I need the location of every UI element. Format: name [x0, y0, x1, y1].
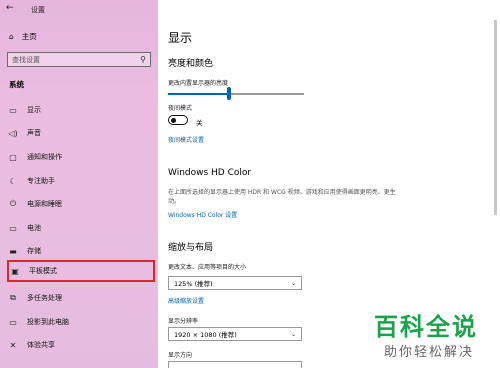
- brightness-heading: 亮度和颜色: [168, 59, 214, 69]
- sidebar-item-tablet-mode[interactable]: ▣ 平板模式: [7, 260, 155, 282]
- project-icon: ▭: [9, 317, 17, 327]
- tablet-icon: ▣: [11, 266, 19, 276]
- scale-dropdown[interactable]: 125% (推荐) ⌄: [168, 276, 302, 290]
- scale-value: 125% (推荐): [174, 280, 213, 288]
- back-arrow-icon[interactable]: ←: [6, 4, 14, 13]
- watermark-subtitle: 助你轻松解决: [384, 345, 475, 360]
- sidebar-item-multitasking[interactable]: ⧉ 多任务处理: [7, 287, 155, 309]
- home-link[interactable]: ⌂ 主页: [9, 31, 37, 42]
- watermark-title: 百科全说: [374, 313, 478, 341]
- notification-icon: ▢: [9, 152, 17, 162]
- multitask-icon: ⧉: [10, 293, 16, 302]
- home-label: 主页: [21, 32, 37, 41]
- brightness-slider[interactable]: [168, 87, 304, 100]
- slider-thumb[interactable]: [227, 87, 231, 100]
- sidebar-item-label: 通知和操作: [27, 153, 62, 161]
- night-light-label: 夜间模式: [168, 105, 193, 112]
- sidebar-item-focus-assist[interactable]: ☾ 专注助手: [7, 170, 155, 192]
- advanced-scaling-link[interactable]: 高级缩放设置: [168, 296, 204, 305]
- sidebar-item-storage[interactable]: ▬ 存储: [7, 240, 155, 262]
- night-light-settings-link[interactable]: 夜间模式设置: [168, 135, 204, 144]
- orientation-dropdown[interactable]: [168, 361, 302, 368]
- slider-fill: [168, 93, 229, 95]
- night-light-state: 关: [196, 119, 203, 127]
- sidebar-item-power-sleep[interactable]: ⏻ 电源和睡眠: [7, 193, 155, 215]
- layout-heading: 缩放与布局: [168, 243, 214, 253]
- resolution-dropdown[interactable]: 1920 × 1080 (推荐) ⌄: [168, 327, 302, 341]
- resolution-value: 1920 × 1080 (推荐): [174, 331, 237, 339]
- sidebar-item-display[interactable]: ▭ 显示: [7, 99, 155, 121]
- scrollbar[interactable]: [494, 20, 497, 215]
- sidebar-item-label: 显示: [27, 106, 41, 114]
- section-label: 系统: [9, 80, 24, 89]
- search-placeholder: 查找设置: [12, 55, 40, 64]
- sidebar-item-label: 体验共享: [27, 341, 55, 349]
- watermark-logo: 百科全说 助你轻松解决: [374, 307, 494, 363]
- page-title: 显示: [168, 31, 193, 45]
- orientation-label: 显示方向: [168, 352, 193, 359]
- hdr-settings-link[interactable]: Windows HD Color 设置: [168, 210, 237, 219]
- monitor-icon: ▭: [9, 105, 17, 115]
- window-title: 设置: [31, 6, 45, 14]
- speaker-icon: ◁): [8, 128, 18, 138]
- night-light-toggle[interactable]: [168, 115, 188, 125]
- toggle-knob: [171, 117, 176, 123]
- sidebar-item-shared-experiences[interactable]: ✕ 体验共享: [7, 334, 155, 356]
- sidebar-item-label: 平板模式: [29, 267, 57, 275]
- storage-icon: ▬: [9, 246, 17, 256]
- chevron-down-icon: ⌄: [290, 331, 296, 338]
- share-icon: ✕: [9, 340, 17, 350]
- scale-label: 更改文本、应用等项目的大小: [168, 264, 247, 271]
- sidebar-item-label: 投影到此电脑: [27, 318, 69, 326]
- battery-icon: ▭: [9, 223, 17, 233]
- sidebar-item-battery[interactable]: ▭ 电池: [7, 217, 155, 239]
- sidebar-item-label: 专注助手: [27, 177, 55, 185]
- power-icon: ⏻: [9, 199, 17, 208]
- home-icon: ⌂: [9, 32, 14, 41]
- sidebar-item-notifications[interactable]: ▢ 通知和操作: [7, 146, 155, 168]
- sidebar-item-label: 电源和睡眠: [27, 200, 62, 208]
- search-icon: ⚲: [140, 55, 146, 64]
- sidebar-item-label: 电池: [27, 224, 41, 232]
- sidebar-item-project[interactable]: ▭ 投影到此电脑: [7, 311, 155, 333]
- chevron-down-icon: ⌄: [290, 280, 296, 287]
- hdr-heading: Windows HD Color: [168, 168, 252, 178]
- sidebar-item-label: 多任务处理: [27, 294, 62, 302]
- brightness-label: 更改内置显示器的亮度: [168, 80, 229, 87]
- sidebar-item-label: 声音: [27, 129, 41, 137]
- hdr-description: 在上面所选择的显示器上使用 HDR 和 WCG 视频、游戏和应用使得画面更明亮、…: [168, 189, 396, 205]
- search-input[interactable]: 查找设置 ⚲: [7, 52, 151, 67]
- sidebar-item-label: 存储: [27, 247, 41, 255]
- moon-icon: ☾: [9, 176, 17, 186]
- resolution-label: 显示分辨率: [168, 318, 199, 325]
- sidebar-item-sound[interactable]: ◁) 声音: [7, 122, 155, 144]
